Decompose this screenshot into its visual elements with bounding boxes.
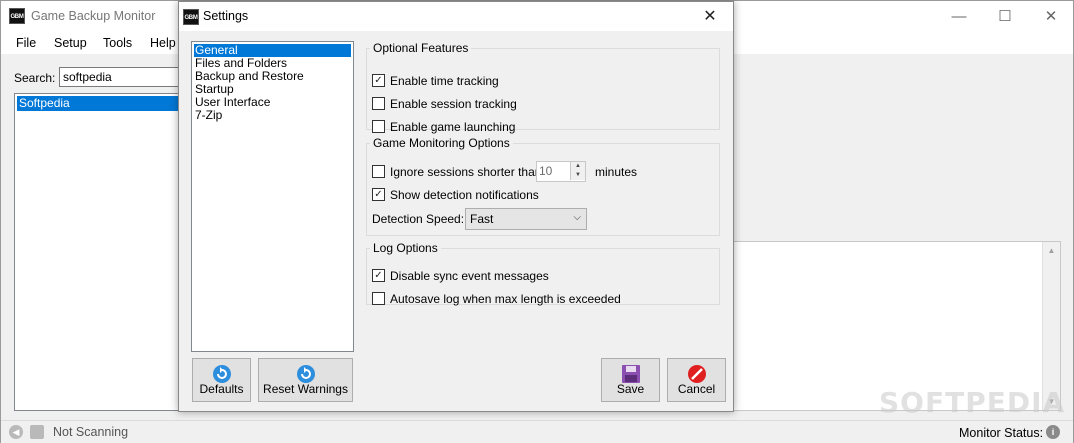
cancel-label: Cancel [677,382,716,396]
softpedia-watermark: SOFTPEDIA [879,386,1066,419]
monitor-status-label: Monitor Status: [959,426,1044,440]
cancel-icon [687,365,706,383]
reset-warnings-label: Reset Warnings [263,382,348,396]
session-tracking-checkbox[interactable] [372,97,385,110]
minutes-label: minutes [595,165,638,179]
scan-status: Not Scanning [53,425,129,439]
ignore-minutes-spinner[interactable]: ▲ ▼ [536,161,586,182]
menu-setup[interactable]: Setup [54,36,87,50]
settings-titlebar[interactable]: GBM Settings ✕ [179,2,733,31]
log-scrollbar[interactable]: ▲ ▼ [1042,242,1060,410]
save-label: Save [616,382,645,396]
detection-speed-label: Detection Speed: [372,212,465,226]
game-launching-checkbox[interactable] [372,120,385,133]
defaults-label: Defaults [199,382,244,396]
game-list-item[interactable]: Softpedia [17,96,183,111]
settings-close-button[interactable]: ✕ [687,2,733,31]
game-launching-label: Enable game launching [390,120,516,134]
optional-features-title: Optional Features [373,41,469,55]
reset-icon [212,365,231,383]
settings-app-icon: GBM [183,9,199,25]
time-tracking-checkbox[interactable]: ✓ [372,74,385,87]
info-icon[interactable]: i [1046,425,1060,439]
gbm-app-icon: GBM [9,8,25,24]
minimize-button[interactable]: — [936,1,982,32]
session-tracking-label: Enable session tracking [390,97,517,111]
close-button[interactable]: ✕ [1028,1,1074,32]
log-options-group: Log Options ✓ Disable sync event message… [366,241,720,306]
reset-icon [296,365,315,383]
autosave-log-label: Autosave log when max length is exceeded [390,292,621,306]
disable-sync-label: Disable sync event messages [390,269,549,283]
disable-sync-checkbox[interactable]: ✓ [372,269,385,282]
status-bar: ◀ Not Scanning Monitor Status: i [1,420,1073,443]
chevron-down-icon: ⌵ [573,212,581,223]
menu-tools[interactable]: Tools [103,36,132,50]
log-options-title: Log Options [373,241,438,255]
menu-file[interactable]: File [16,36,36,50]
game-monitoring-group: Game Monitoring Options Ignore sessions … [366,136,720,236]
detection-speed-value: Fast [470,212,494,226]
game-list[interactable]: Softpedia [14,93,184,411]
spin-up-icon[interactable]: ▲ [570,162,585,171]
time-tracking-label: Enable time tracking [390,74,499,88]
ignore-minutes-input[interactable] [539,163,569,179]
search-input[interactable] [59,67,184,87]
ignore-sessions-label: Ignore sessions shorter than [390,165,542,179]
maximize-button[interactable]: ☐ [982,1,1028,32]
category-list[interactable]: General Files and Folders Backup and Res… [191,41,354,352]
detection-notifications-label: Show detection notifications [390,188,539,202]
start-monitor-icon[interactable]: ◀ [9,425,23,439]
detection-speed-select[interactable]: Fast ⌵ [465,208,587,230]
autosave-log-checkbox[interactable] [372,292,385,305]
reset-warnings-button[interactable]: Reset Warnings [258,358,353,402]
spin-down-icon[interactable]: ▼ [570,171,585,180]
optional-features-group: Optional Features ✓ Enable time tracking… [366,41,720,134]
search-label: Search: [14,71,56,85]
ignore-sessions-checkbox[interactable] [372,165,385,178]
save-button[interactable]: Save [601,358,660,402]
floppy-disk-icon [621,365,640,383]
defaults-button[interactable]: Defaults [192,358,251,402]
settings-dialog: GBM Settings ✕ General Files and Folders… [178,1,734,412]
game-monitoring-title: Game Monitoring Options [373,136,510,150]
main-window-title: Game Backup Monitor [31,9,156,23]
category-7-zip[interactable]: 7-Zip [194,109,351,122]
settings-title: Settings [203,9,249,23]
cancel-button[interactable]: Cancel [667,358,726,402]
menu-help[interactable]: Help [150,36,176,50]
detection-notifications-checkbox[interactable]: ✓ [372,188,385,201]
shield-icon[interactable] [30,425,44,439]
scroll-up-icon[interactable]: ▲ [1043,246,1060,255]
